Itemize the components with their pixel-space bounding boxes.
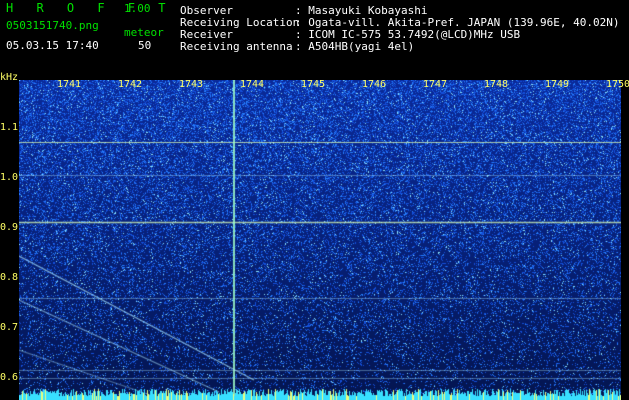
antenna-value: : A504HB(yagi 4el) [295,40,415,53]
y-tick-label: 1.1 [0,122,19,133]
antenna-label: Receiving antenna [180,40,293,53]
x-tick-label: 1747 [423,79,448,90]
x-tick-label: 1741 [57,79,82,90]
y-tick-label: 0.7 [0,322,19,333]
x-tick-label: 1745 [301,79,326,90]
mode-label: meteor [124,26,164,39]
filename: 0503151740.png [6,19,99,32]
x-tick-label: 1746 [362,79,387,90]
y-tick-label: 0.9 [0,222,19,233]
y-tick-label: 0.8 [0,272,19,283]
y-axis-unit: kHz [0,72,19,83]
y-tick-label: 1.0 [0,172,19,183]
x-tick-label: 1743 [179,79,204,90]
spectrogram [19,80,621,400]
x-tick-label: 1742 [118,79,143,90]
x-tick-label: 1750 [606,79,629,90]
x-tick-label: 1744 [240,79,265,90]
app-version: 1.00 [124,2,151,15]
datetime: 05.03.15 17:40 [6,39,99,52]
y-tick-label: 0.6 [0,372,19,383]
x-tick-label: 1749 [545,79,570,90]
meteor-count: 50 [138,39,152,52]
x-tick-label: 1748 [484,79,509,90]
